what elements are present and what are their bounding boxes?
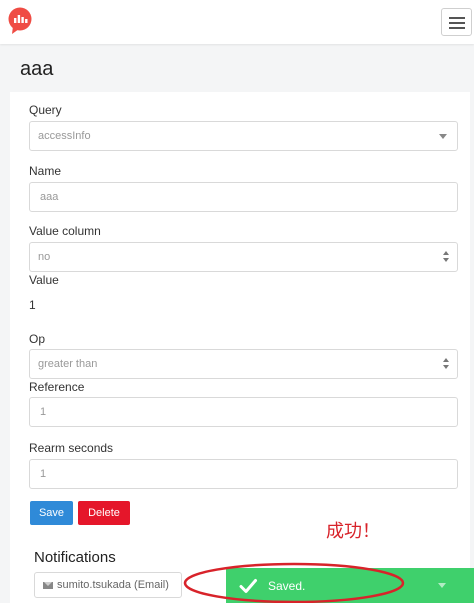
caret-down-icon xyxy=(438,583,446,588)
select-arrows-icon xyxy=(443,358,451,372)
query-select-value: accessInfo xyxy=(38,130,91,142)
reference-input-value: 1 xyxy=(40,406,47,418)
notification-item-text: sumito.tsukada (Email) xyxy=(57,579,169,591)
envelope-icon xyxy=(43,582,53,589)
redash-logo-icon[interactable] xyxy=(7,7,33,35)
query-select[interactable]: accessInfo xyxy=(29,121,458,151)
op-label: Op xyxy=(29,332,46,346)
save-button[interactable]: Save xyxy=(30,501,73,525)
reference-label: Reference xyxy=(29,380,85,394)
page-title: aaa xyxy=(20,58,54,80)
delete-button[interactable]: Delete xyxy=(78,501,130,525)
value-display: 1 xyxy=(29,298,36,312)
reference-input[interactable]: 1 xyxy=(29,397,458,427)
op-select-value: greater than xyxy=(38,358,98,370)
select-arrows-icon xyxy=(443,251,451,265)
value-column-select-value: no xyxy=(38,251,51,263)
rearm-seconds-label: Rearm seconds xyxy=(29,441,114,455)
success-annotation: 成功！ xyxy=(326,521,380,542)
alert-form-card xyxy=(10,92,470,603)
highlight-ellipse xyxy=(183,562,405,603)
value-column-select[interactable]: no xyxy=(29,242,458,272)
query-label: Query xyxy=(29,103,62,117)
value-column-label: Value column xyxy=(29,224,101,238)
rearm-seconds-input-value: 1 xyxy=(40,468,47,480)
notifications-title: Notifications xyxy=(34,549,116,566)
op-select[interactable]: greater than xyxy=(29,349,458,379)
rearm-seconds-input[interactable]: 1 xyxy=(29,459,458,489)
hamburger-icon[interactable] xyxy=(441,8,472,36)
name-input[interactable]: aaa xyxy=(29,182,458,212)
name-label: Name xyxy=(29,164,62,178)
name-input-value: aaa xyxy=(40,191,59,203)
caret-down-icon xyxy=(439,134,447,139)
value-label: Value xyxy=(29,273,59,287)
notification-item[interactable]: sumito.tsukada (Email) xyxy=(34,572,182,598)
top-navbar xyxy=(0,0,474,44)
